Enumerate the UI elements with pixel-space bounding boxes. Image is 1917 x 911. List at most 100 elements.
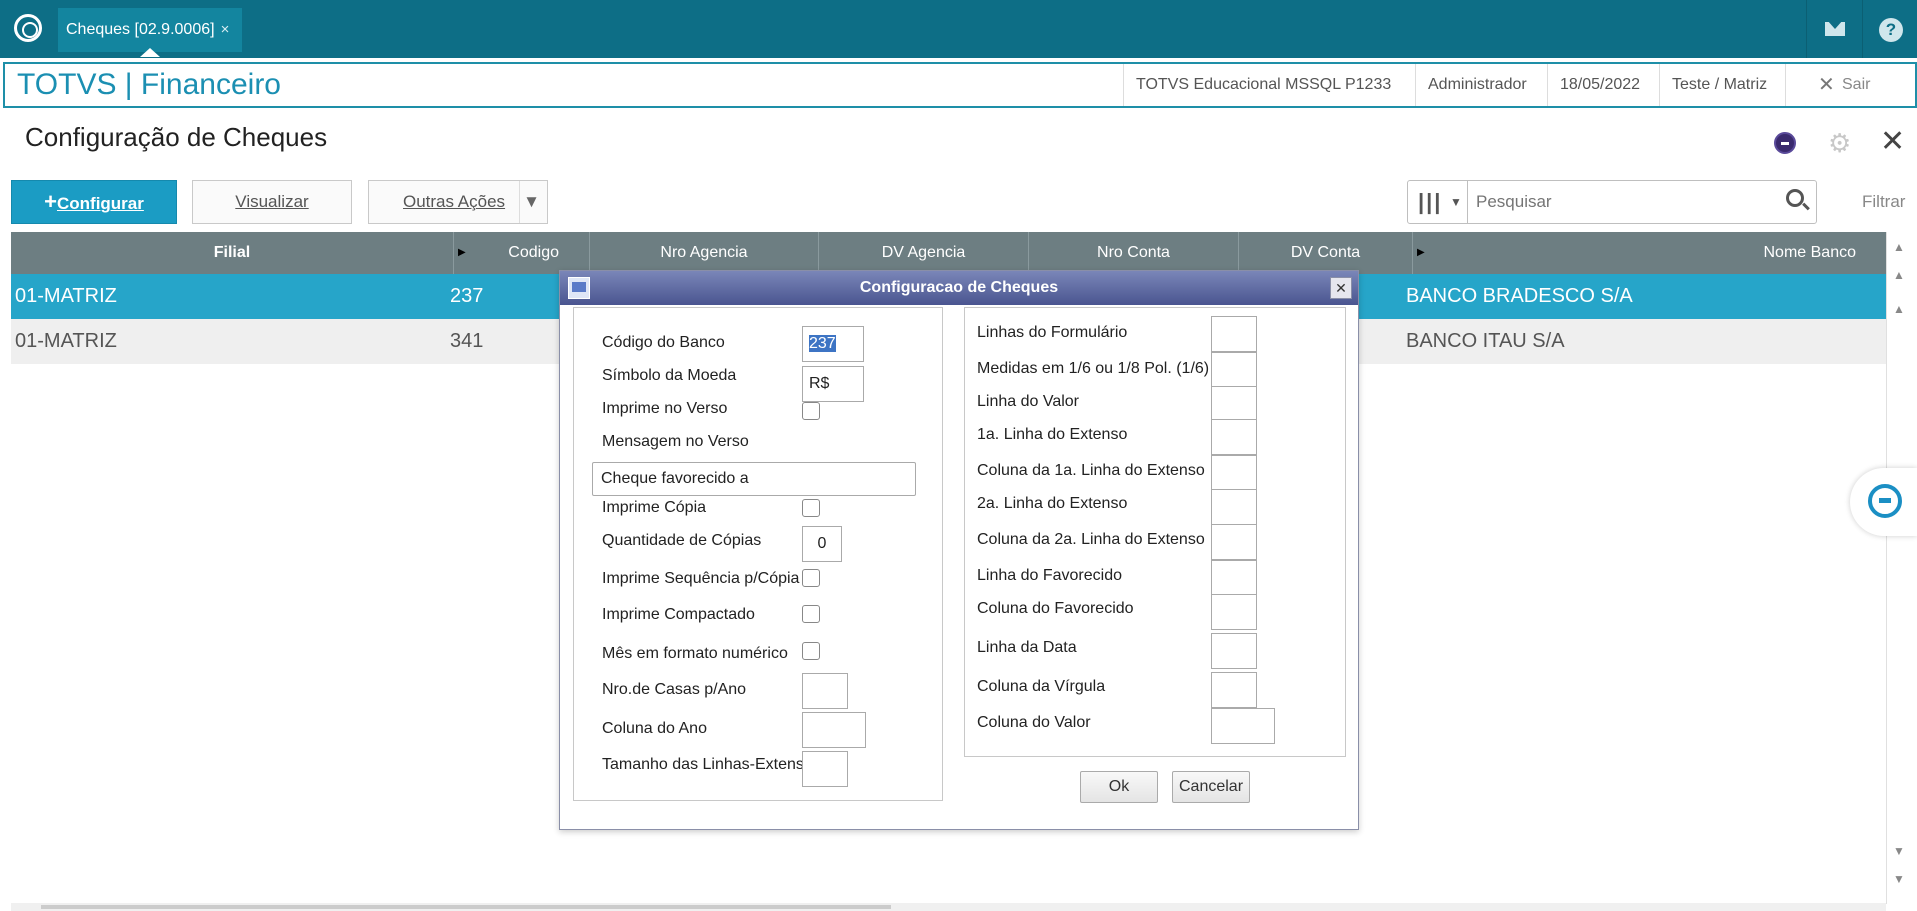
- scroll-up-icon[interactable]: ▲: [1893, 302, 1905, 316]
- linha1-extenso-field[interactable]: [1211, 419, 1257, 455]
- cell-codigo: 341: [450, 330, 484, 352]
- tab-close-icon[interactable]: ×: [221, 21, 230, 38]
- app-header: TOTVS | Financeiro TOTVS Educacional MSS…: [3, 62, 1917, 108]
- mensagem-verso-label: Mensagem no Verso: [602, 433, 749, 450]
- column-header-filial[interactable]: Filial: [11, 232, 454, 274]
- coluna1-extenso-label: Coluna da 1a. Linha do Extenso: [977, 462, 1205, 479]
- scroll-thumb[interactable]: [41, 905, 891, 909]
- logout-label: Sair: [1842, 76, 1871, 93]
- search-icon[interactable]: [1786, 189, 1804, 207]
- column-header-nro-agencia[interactable]: Nro Agencia: [590, 232, 819, 274]
- coluna-favorecido-label: Coluna do Favorecido: [977, 600, 1134, 617]
- cell-nome-banco: BANCO ITAU S/A: [1406, 330, 1565, 352]
- dialog-title-bar[interactable]: Configuracao de Cheques ✕: [560, 271, 1358, 305]
- user-info[interactable]: Administrador: [1415, 64, 1539, 106]
- coluna-ano-field[interactable]: [802, 712, 866, 748]
- window-icon: [568, 277, 590, 299]
- coluna2-extenso-label: Coluna da 2a. Linha do Extenso: [977, 531, 1205, 548]
- dialog-close-button[interactable]: ✕: [1330, 277, 1352, 299]
- cell-nome-banco: BANCO BRADESCO S/A: [1406, 285, 1633, 307]
- column-header-codigo[interactable]: Codigo: [454, 232, 590, 274]
- coluna2-extenso-field[interactable]: [1211, 524, 1257, 560]
- mail-button[interactable]: [1806, 0, 1862, 58]
- qtd-copias-field[interactable]: 0: [802, 526, 842, 562]
- codigo-banco-label: Código do Banco: [602, 334, 725, 351]
- codigo-banco-value: 237: [809, 335, 836, 352]
- more-actions-label: Outras Ações: [403, 192, 506, 211]
- column-header-dv-agencia[interactable]: DV Agencia: [819, 232, 1029, 274]
- column-header-nro-conta[interactable]: Nro Conta: [1029, 232, 1239, 274]
- codigo-banco-field[interactable]: 237: [802, 326, 864, 362]
- logout-button[interactable]: ✕ Sair: [1785, 64, 1913, 106]
- help-icon: ?: [1879, 18, 1903, 42]
- linha-valor-field[interactable]: [1211, 386, 1257, 422]
- mes-numerico-checkbox[interactable]: [802, 642, 820, 660]
- linha-favorecido-field[interactable]: [1211, 560, 1257, 596]
- app-brand: TOTVS | Financeiro: [17, 68, 281, 101]
- simbolo-moeda-field[interactable]: R$: [802, 366, 864, 402]
- chevron-down-icon: ▼: [519, 181, 543, 223]
- scroll-page-up-icon[interactable]: ▲: [1893, 268, 1905, 282]
- ok-button[interactable]: Ok: [1080, 771, 1158, 803]
- configure-button[interactable]: +Configurar: [11, 180, 177, 224]
- more-actions-button[interactable]: Outras Ações ▼: [368, 180, 548, 224]
- column-header-dv-conta[interactable]: DV Conta: [1239, 232, 1413, 274]
- right-panel: Linhas do Formulário Medidas em 1/6 ou 1…: [964, 307, 1346, 757]
- close-icon[interactable]: ✕: [1880, 124, 1905, 159]
- casas-ano-label: Nro.de Casas p/Ano: [602, 681, 747, 698]
- gear-icon[interactable]: ⚙: [1828, 128, 1851, 159]
- linha-data-label: Linha da Data: [977, 639, 1077, 656]
- linhas-formulario-field[interactable]: [1211, 316, 1257, 352]
- branch-info[interactable]: Teste / Matriz: [1659, 64, 1779, 106]
- linha1-extenso-label: 1a. Linha do Extenso: [977, 426, 1128, 443]
- vertical-scrollbar[interactable]: ▲ ▲ ▲ ▼ ▼: [1886, 232, 1914, 904]
- coluna1-extenso-field[interactable]: [1211, 455, 1257, 491]
- config-cheques-dialog: Configuracao de Cheques ✕ Código do Banc…: [559, 270, 1359, 830]
- horizontal-scrollbar[interactable]: [11, 903, 1886, 911]
- date-info[interactable]: 18/05/2022: [1547, 64, 1652, 106]
- view-button[interactable]: Visualizar: [192, 180, 352, 224]
- coluna-valor-field[interactable]: [1211, 708, 1275, 744]
- totvs-logo-icon[interactable]: [14, 14, 42, 42]
- cancel-button[interactable]: Cancelar: [1172, 771, 1250, 803]
- tab-cheques[interactable]: Cheques [02.9.0006] ×: [58, 8, 242, 52]
- search-input[interactable]: [1476, 189, 1776, 215]
- coluna-virgula-field[interactable]: [1211, 672, 1257, 708]
- imprime-verso-checkbox[interactable]: [802, 402, 820, 420]
- column-header-nome-banco[interactable]: Nome Banco: [1413, 232, 1886, 274]
- imprime-copia-label: Imprime Cópia: [602, 499, 707, 516]
- linha2-extenso-field[interactable]: [1211, 489, 1257, 525]
- top-bar: Cheques [02.9.0006] × ?: [0, 0, 1917, 58]
- linha2-extenso-label: 2a. Linha do Extenso: [977, 495, 1128, 512]
- grid-header: Filial Codigo Nro Agencia DV Agencia Nro…: [11, 232, 1886, 274]
- chat-assistant-button[interactable]: [1850, 468, 1917, 536]
- scroll-down-icon[interactable]: ▼: [1893, 844, 1905, 858]
- scroll-top-icon[interactable]: ▲: [1893, 240, 1905, 254]
- imprime-sequencia-checkbox[interactable]: [802, 569, 820, 587]
- environment-info[interactable]: TOTVS Educacional MSSQL P1233: [1123, 64, 1403, 106]
- help-button[interactable]: ?: [1862, 0, 1917, 58]
- cell-filial: 01-MATRIZ: [15, 330, 117, 352]
- imprime-copia-checkbox[interactable]: [802, 499, 820, 517]
- mensagem-verso-field[interactable]: Cheque favorecido a: [592, 462, 916, 496]
- tamanho-linhas-label: Tamanho das Linhas-Extenso: [602, 756, 813, 773]
- coluna-ano-label: Coluna do Ano: [602, 720, 707, 737]
- casas-ano-field[interactable]: [802, 673, 848, 709]
- medidas-field[interactable]: [1211, 352, 1257, 388]
- logout-icon: ✕: [1818, 74, 1835, 96]
- imprime-sequencia-label: Imprime Sequência p/Cópia: [602, 570, 800, 587]
- left-panel: Código do Banco 237 Símbolo da Moeda R$ …: [573, 307, 943, 801]
- chevron-down-icon: ▼: [1450, 195, 1464, 209]
- imprime-compactado-checkbox[interactable]: [802, 605, 820, 623]
- scroll-bottom-icon[interactable]: ▼: [1893, 872, 1905, 886]
- linha-favorecido-label: Linha do Favorecido: [977, 567, 1122, 584]
- columns-selector[interactable]: ||| ▼: [1408, 181, 1468, 223]
- chat-icon: [1868, 484, 1902, 518]
- coluna-favorecido-field[interactable]: [1211, 594, 1257, 630]
- medidas-label: Medidas em 1/6 ou 1/8 Pol. (1/6): [977, 360, 1210, 377]
- linha-data-field[interactable]: [1211, 633, 1257, 669]
- tamanho-linhas-field[interactable]: [802, 751, 848, 787]
- simbolo-moeda-label: Símbolo da Moeda: [602, 367, 737, 384]
- chat-status-icon[interactable]: [1774, 132, 1796, 154]
- filter-button[interactable]: Filtrar: [1862, 192, 1905, 212]
